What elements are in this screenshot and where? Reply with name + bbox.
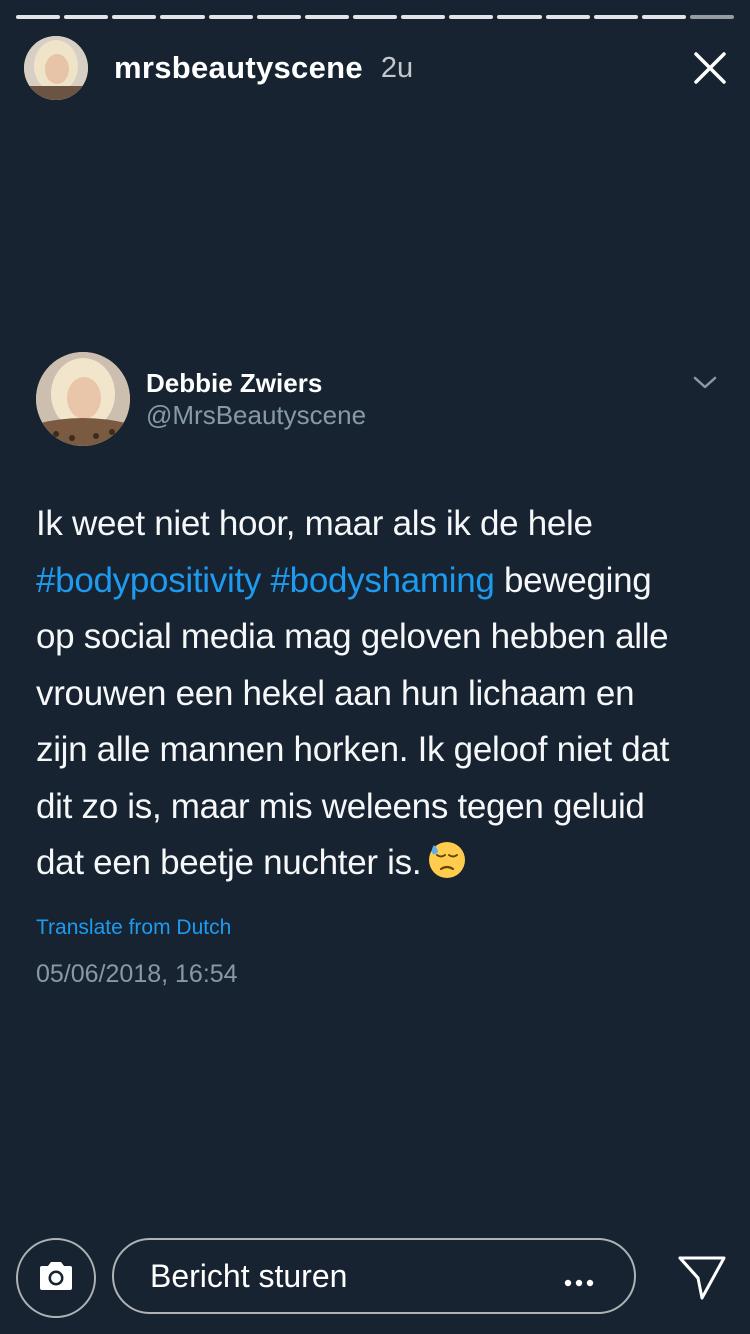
author-handle: @MrsBeautyscene (146, 400, 367, 430)
more-icon[interactable] (564, 1274, 594, 1292)
story-avatar[interactable] (24, 36, 88, 100)
tweet-avatar (36, 352, 130, 446)
story-progress-bar (16, 15, 735, 19)
progress-segment (545, 15, 590, 19)
tweet-line: #bodypositivity #bodyshaming beweging (36, 553, 726, 610)
tweet-line: dit zo is, maar mis weleens tegen geluid (36, 786, 645, 826)
progress-segment (352, 15, 398, 19)
progress-segment (256, 15, 301, 19)
progress-segment (401, 15, 446, 19)
story-reply-bar: Bericht sturen (16, 1238, 734, 1318)
tweet-line: vrouwen een hekel aan hun lichaam en (36, 673, 635, 713)
progress-segment (641, 15, 686, 19)
progress-segment (208, 15, 253, 19)
tweet-timestamp: 05/06/2018, 16:54 (36, 959, 238, 988)
close-icon[interactable] (690, 48, 730, 88)
tweet-card: Debbie Zwiers @MrsBeautyscene Ik weet ni… (36, 352, 726, 989)
tweet-line: dat een beetje nuchter is. (36, 835, 726, 898)
downcast-face-with-sweat-emoji (427, 840, 467, 898)
tweet-line: Ik weet niet hoor, maar als ik de hele (36, 504, 593, 543)
progress-segment (497, 15, 542, 19)
progress-segment (16, 15, 61, 19)
tweet-line: op social media mag geloven hebben alle (36, 617, 669, 656)
progress-segment (112, 15, 157, 19)
camera-button[interactable] (16, 1238, 96, 1318)
tweet-author: Debbie Zwiers @MrsBeautyscene (146, 367, 366, 431)
camera-icon (37, 1260, 75, 1297)
message-input[interactable]: Bericht sturen (112, 1238, 636, 1314)
author-name: Debbie Zwiers (146, 368, 323, 398)
tweet-line-text: beweging (494, 560, 652, 600)
send-icon[interactable] (676, 1254, 728, 1302)
progress-segment (449, 15, 494, 19)
message-placeholder: Bericht sturen (150, 1257, 348, 1294)
progress-segment (304, 15, 349, 19)
progress-segment-current (689, 15, 735, 19)
progress-segment (160, 15, 205, 19)
progress-segment (593, 15, 638, 19)
story-header: mrsbeautyscene 2u (24, 36, 730, 100)
tweet-line: zijn alle mannen horken. Ik geloof niet … (36, 730, 670, 769)
tweet-line-text: dat een beetje nuchter is. (36, 843, 422, 882)
hashtag-link: #bodyshaming (270, 560, 495, 600)
hashtag-link: #bodypositivity (36, 560, 262, 600)
tweet-text: Ik weet niet hoor, maar als ik de hele #… (36, 496, 726, 898)
story-age: 2u (380, 51, 414, 84)
tweet-header: Debbie Zwiers @MrsBeautyscene (36, 352, 726, 446)
story-username[interactable]: mrsbeautyscene (114, 50, 363, 86)
chevron-down-icon (692, 374, 718, 392)
progress-segment (64, 15, 109, 19)
translate-link: Translate from Dutch (36, 915, 232, 939)
